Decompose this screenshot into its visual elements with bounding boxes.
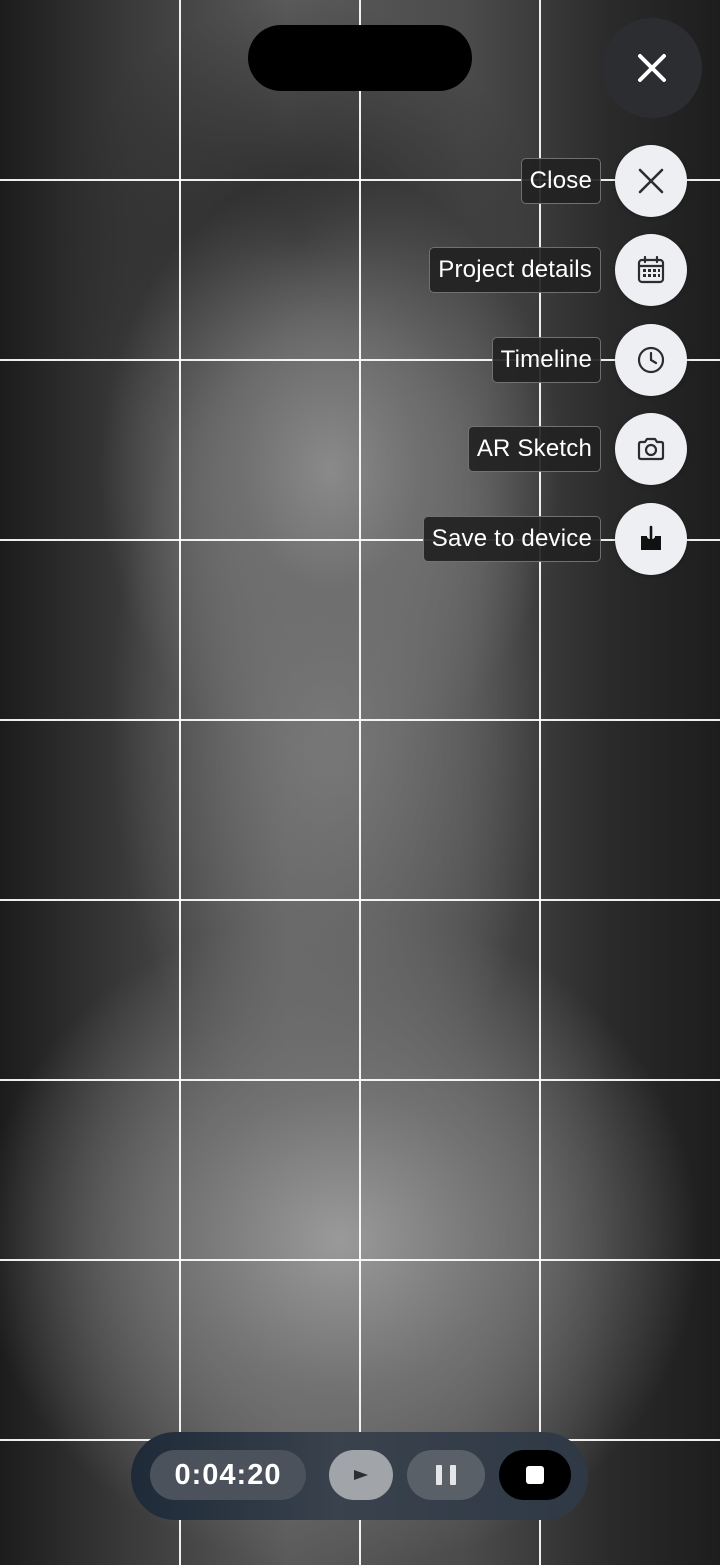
pause-icon (436, 1465, 442, 1485)
close-icon (638, 168, 664, 194)
play-icon (354, 1470, 368, 1480)
timeline-button[interactable] (615, 324, 687, 396)
grid-line-vertical (359, 0, 361, 1565)
menu-item-label[interactable]: Save to device (422, 516, 601, 562)
menu-item-save-to-device[interactable]: Save to device (422, 503, 687, 575)
play-button[interactable] (329, 1450, 393, 1500)
grid-line-horizontal (0, 719, 720, 721)
menu-item-label[interactable]: Close (520, 158, 601, 204)
clock-icon (637, 346, 665, 374)
download-icon (641, 525, 661, 550)
grid-line-horizontal (0, 1079, 720, 1081)
close-icon (638, 54, 666, 82)
menu-item-timeline[interactable]: Timeline (491, 324, 687, 396)
stop-button[interactable] (499, 1450, 571, 1500)
ar-sketch-button[interactable] (615, 413, 687, 485)
save-to-device-button[interactable] (615, 503, 687, 575)
menu-item-label[interactable]: AR Sketch (467, 426, 601, 472)
menu-item-close[interactable]: Close (520, 145, 687, 217)
menu-item-label[interactable]: Project details (429, 247, 601, 293)
playback-controls: 0:04:20 (131, 1432, 588, 1520)
dynamic-island (248, 25, 472, 91)
menu-item-label[interactable]: Timeline (491, 337, 601, 383)
grid-line-vertical (179, 0, 181, 1565)
menu-item-ar-sketch[interactable]: AR Sketch (467, 413, 687, 485)
menu-item-project-details[interactable]: Project details (429, 234, 687, 306)
grid-line-horizontal (0, 1259, 720, 1261)
pause-button[interactable] (407, 1450, 485, 1500)
calendar-icon (637, 256, 665, 284)
menu-toggle-close-button[interactable] (602, 18, 702, 118)
project-details-button[interactable] (615, 234, 687, 306)
camera-icon (637, 437, 665, 461)
stop-icon (526, 1466, 544, 1484)
timer-display: 0:04:20 (150, 1450, 306, 1500)
grid-line-horizontal (0, 899, 720, 901)
close-button[interactable] (615, 145, 687, 217)
pause-icon (450, 1465, 456, 1485)
